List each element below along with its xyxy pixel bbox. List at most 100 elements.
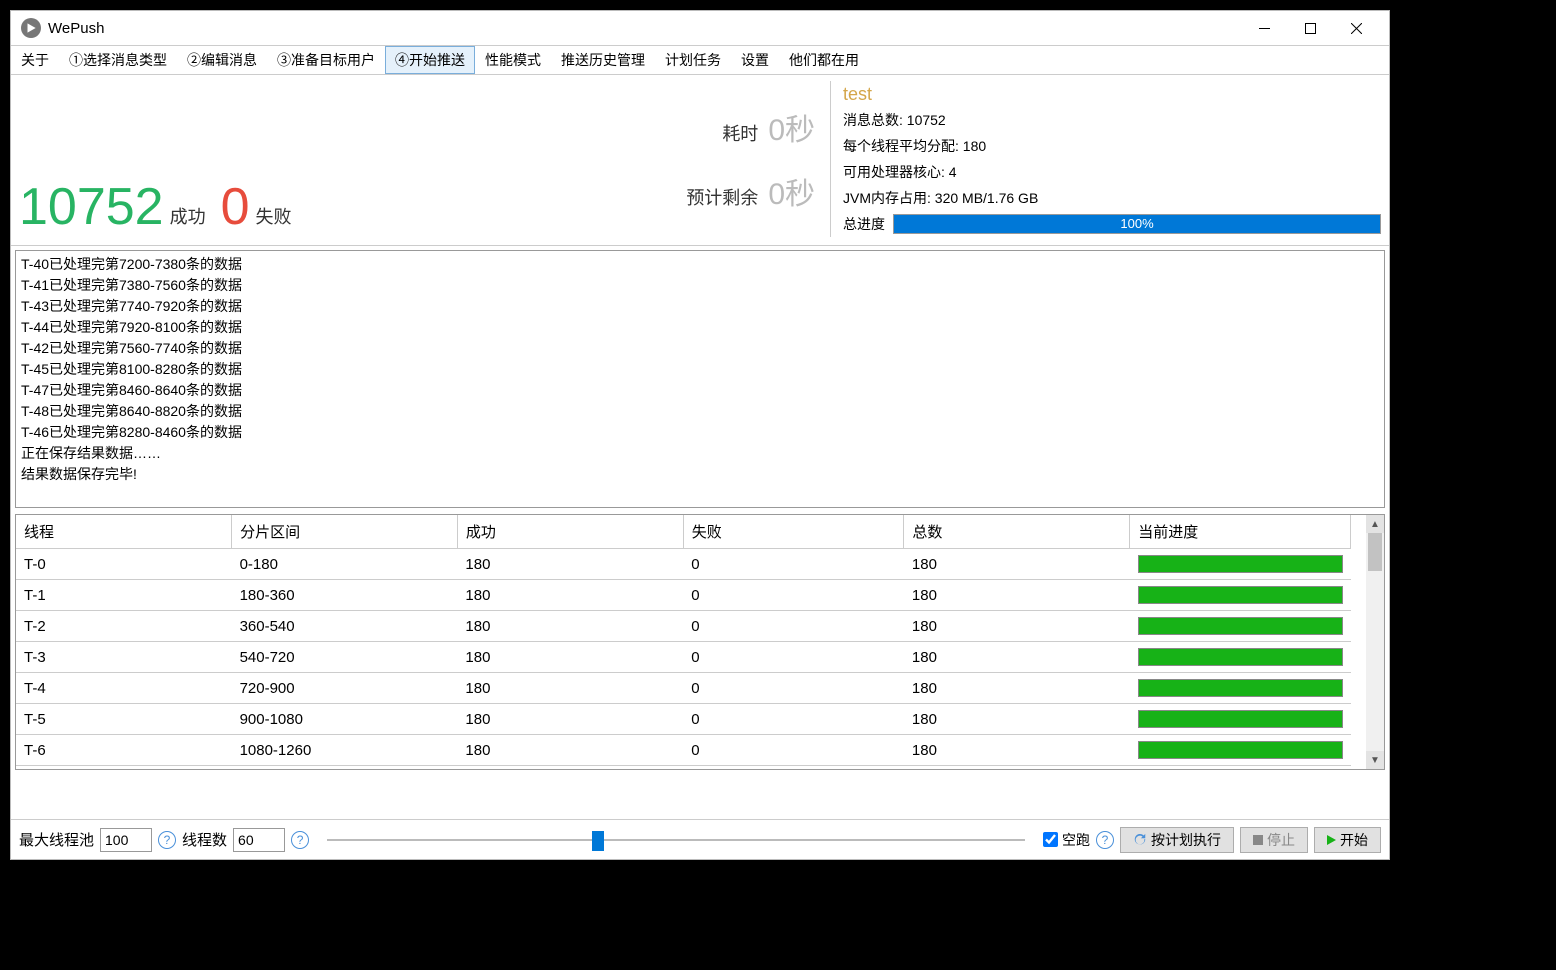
fail-label: 失败 xyxy=(256,203,292,237)
thread-slider[interactable] xyxy=(327,828,1025,852)
table-cell: T-0 xyxy=(16,549,232,580)
log-line: T-48已处理完第8640-8820条的数据 xyxy=(21,401,1379,422)
table-cell: 180 xyxy=(904,673,1130,704)
progress-cell xyxy=(1130,735,1351,766)
refresh-icon xyxy=(1133,833,1147,847)
overall-progress-label: 总进度 xyxy=(843,211,885,237)
menu-item[interactable]: ③准备目标用户 xyxy=(267,46,385,74)
menu-item[interactable]: 性能模式 xyxy=(475,46,551,74)
menu-item[interactable]: ②编辑消息 xyxy=(177,46,267,74)
thread-count-input[interactable] xyxy=(233,828,285,852)
scroll-thumb[interactable] xyxy=(1368,533,1382,571)
table-cell: T-2 xyxy=(16,611,232,642)
table-scrollbar[interactable]: ▲ ▼ xyxy=(1366,515,1384,769)
total-value: 10752 xyxy=(907,112,946,128)
max-pool-input[interactable] xyxy=(100,828,152,852)
table-cell: 0-180 xyxy=(232,549,458,580)
table-header[interactable]: 线程 xyxy=(16,515,232,549)
help-icon[interactable]: ? xyxy=(291,831,309,849)
help-icon[interactable]: ? xyxy=(158,831,176,849)
table-row[interactable]: T-4720-9001800180 xyxy=(16,673,1351,704)
table-header[interactable]: 成功 xyxy=(457,515,683,549)
table-cell: 900-1080 xyxy=(232,704,458,735)
table-cell: T-5 xyxy=(16,704,232,735)
overall-progress-bar: 100% xyxy=(893,214,1381,234)
table-cell: 0 xyxy=(683,642,904,673)
help-icon[interactable]: ? xyxy=(1096,831,1114,849)
minimize-button[interactable] xyxy=(1241,13,1287,43)
menu-item[interactable]: 计划任务 xyxy=(655,46,731,74)
max-pool-label: 最大线程池 xyxy=(19,829,94,850)
table-header[interactable]: 总数 xyxy=(904,515,1130,549)
menu-item[interactable]: ①选择消息类型 xyxy=(59,46,177,74)
menu-item[interactable]: 他们都在用 xyxy=(779,46,869,74)
log-line: 正在保存结果数据…… xyxy=(21,443,1379,464)
table-row[interactable]: T-2360-5401800180 xyxy=(16,611,1351,642)
info-panel: test 消息总数: 10752 每个线程平均分配: 180 可用处理器核心: … xyxy=(831,81,1381,237)
maximize-button[interactable] xyxy=(1287,13,1333,43)
remain-value: 0秒 xyxy=(768,169,815,213)
log-line: T-47已处理完第8460-8640条的数据 xyxy=(21,380,1379,401)
summary-panel: 10752 成功 0 失败 耗时 0秒 预计剩余 0秒 test 消息总数: 107… xyxy=(11,75,1389,246)
scroll-down-icon[interactable]: ▼ xyxy=(1366,751,1384,769)
log-textarea[interactable]: T-40已处理完第7200-7380条的数据T-41已处理完第7380-7560… xyxy=(15,250,1385,508)
table-header[interactable]: 当前进度 xyxy=(1130,515,1351,549)
menu-item[interactable]: 关于 xyxy=(11,46,59,74)
table-header[interactable]: 失败 xyxy=(683,515,904,549)
elapsed-label: 耗时 xyxy=(722,120,758,146)
table-row[interactable]: T-61080-12601800180 xyxy=(16,735,1351,766)
progress-cell xyxy=(1130,673,1351,704)
counts: 10752 成功 0 失败 xyxy=(19,81,369,237)
stop-button[interactable]: 停止 xyxy=(1240,827,1308,853)
schedule-button[interactable]: 按计划执行 xyxy=(1120,827,1234,853)
jvm-label: JVM内存占用: xyxy=(843,190,931,206)
slider-thumb[interactable] xyxy=(592,831,604,851)
close-button[interactable] xyxy=(1333,13,1379,43)
titlebar: WePush xyxy=(11,11,1389,45)
fail-count: 0 xyxy=(221,177,250,237)
log-line: T-41已处理完第7380-7560条的数据 xyxy=(21,275,1379,296)
table-cell: 180 xyxy=(457,642,683,673)
table-cell: 180 xyxy=(904,549,1130,580)
bottom-bar: 最大线程池 ? 线程数 ? 空跑 ? 按计划执行 停止 开始 xyxy=(11,819,1389,859)
table-cell: 360-540 xyxy=(232,611,458,642)
table-cell: 180 xyxy=(904,704,1130,735)
per-thread-value: 180 xyxy=(963,138,986,154)
log-line: T-40已处理完第7200-7380条的数据 xyxy=(21,254,1379,275)
menu-item[interactable]: ④开始推送 xyxy=(385,46,475,74)
task-name: test xyxy=(843,81,1381,107)
menu-item[interactable]: 设置 xyxy=(731,46,779,74)
table-row[interactable]: T-00-1801800180 xyxy=(16,549,1351,580)
stop-icon xyxy=(1253,835,1263,845)
cores-label: 可用处理器核心: xyxy=(843,164,945,180)
overall-progress-fill: 100% xyxy=(894,215,1380,233)
table-cell: 180 xyxy=(457,611,683,642)
table-header[interactable]: 分片区间 xyxy=(232,515,458,549)
table-cell: 180 xyxy=(457,580,683,611)
start-button[interactable]: 开始 xyxy=(1314,827,1381,853)
table-row[interactable]: T-1180-3601800180 xyxy=(16,580,1351,611)
app-title: WePush xyxy=(48,20,104,37)
log-line: T-45已处理完第8100-8280条的数据 xyxy=(21,359,1379,380)
remain-label: 预计剩余 xyxy=(686,184,758,210)
progress-cell xyxy=(1130,580,1351,611)
progress-cell xyxy=(1130,549,1351,580)
table-row[interactable]: T-5900-10801800180 xyxy=(16,704,1351,735)
table-cell: 0 xyxy=(683,735,904,766)
scroll-up-icon[interactable]: ▲ xyxy=(1366,515,1384,533)
dry-run-checkbox[interactable]: 空跑 xyxy=(1043,830,1090,850)
play-icon xyxy=(1327,835,1336,845)
elapsed-value: 0秒 xyxy=(768,105,815,149)
table-cell: 180 xyxy=(904,580,1130,611)
table-cell: 0 xyxy=(683,704,904,735)
thread-table-wrap: 线程分片区间成功失败总数当前进度 T-00-1801800180T-1180-3… xyxy=(15,514,1385,770)
success-label: 成功 xyxy=(170,203,206,237)
table-cell: 0 xyxy=(683,611,904,642)
table-row[interactable]: T-3540-7201800180 xyxy=(16,642,1351,673)
table-cell: 180 xyxy=(457,704,683,735)
table-cell: 180 xyxy=(904,611,1130,642)
thread-count-label: 线程数 xyxy=(182,829,227,850)
table-cell: 720-900 xyxy=(232,673,458,704)
table-cell: 540-720 xyxy=(232,642,458,673)
menu-item[interactable]: 推送历史管理 xyxy=(551,46,655,74)
